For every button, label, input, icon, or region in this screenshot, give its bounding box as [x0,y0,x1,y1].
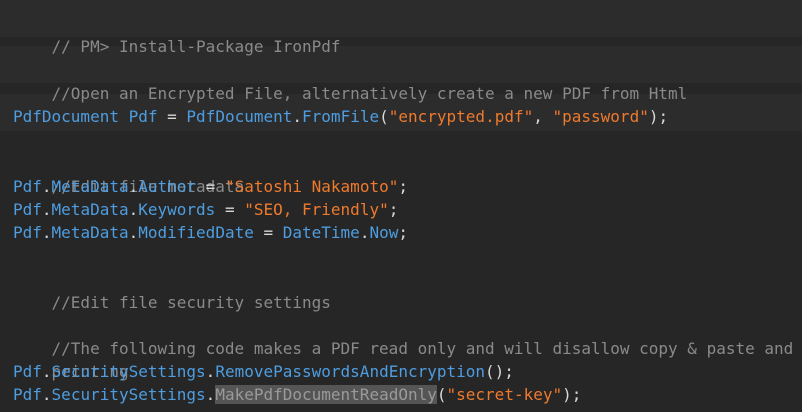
paren-token: (); [485,362,514,381]
operator-token: = [215,200,245,219]
identifier-token: Pdf [13,200,42,219]
code-line-5[interactable]: Pdf.MetaData.Author = "Satoshi Nakamoto"… [13,175,408,198]
code-line-6[interactable]: Pdf.MetaData.Keywords = "SEO, Friendly"; [13,198,398,221]
string-token: "encrypted.pdf" [388,107,534,126]
member-token: MetaData [51,177,129,196]
code-line-10[interactable]: printing [13,337,129,381]
paren-token: ); [562,385,582,404]
code-line-3[interactable]: PdfDocument Pdf = PdfDocument.FromFile("… [13,105,668,128]
type-token: PdfDocument [13,107,119,126]
dot-token: . [41,385,52,404]
dot-token: . [128,200,139,219]
identifier-token: Pdf [128,107,158,126]
type-token: PdfDocument [186,107,293,126]
identifier-token: Pdf [13,177,42,196]
type-token: DateTime [282,223,360,242]
member-token: Keywords [138,200,216,219]
dot-token: . [205,362,216,381]
code-editor[interactable]: // PM> Install-Package IronPdf //Open an… [0,0,802,412]
semicolon-token: ; [388,200,399,219]
dot-token: . [205,385,216,404]
operator-token: = [253,223,283,242]
code-line-12[interactable]: Pdf.SecuritySettings.MakePdfDocumentRead… [13,383,581,406]
code-line-9[interactable]: //The following code makes a PDF read on… [13,314,794,358]
dot-token: . [41,200,52,219]
member-token: Now [369,223,399,242]
semicolon-token: ; [398,223,408,242]
selected-method-token[interactable]: MakePdfDocumentReadOnly [215,385,437,404]
member-token: ModifiedDate [138,223,254,242]
paren-token: ); [648,107,669,126]
operator-token: = [196,177,225,196]
code-line-1[interactable]: // PM> Install-Package IronPdf [13,12,341,56]
semicolon-token: ; [398,177,408,196]
comment-token: //Edit file security settings [51,293,331,312]
member-token: Author [138,177,197,196]
identifier-token: Pdf [13,385,42,404]
member-token: MetaData [51,223,129,242]
method-token: FromFile [302,107,380,126]
dot-token: . [128,177,139,196]
code-line-2[interactable]: //Open an Encrypted File, alternatively … [13,59,688,103]
dot-token: . [41,362,52,381]
identifier-token: Pdf [13,223,42,242]
dot-token: . [41,223,52,242]
code-line-7[interactable]: Pdf.MetaData.ModifiedDate = DateTime.Now… [13,221,408,244]
paren-token: ( [379,107,389,126]
dot-token: . [41,177,52,196]
comment-token: //Open an Encrypted File, alternatively … [51,84,688,103]
comma-token: , [533,107,553,126]
paren-token: ( [436,385,447,404]
code-line-11[interactable]: Pdf.SecuritySettings.RemovePasswordsAndE… [13,360,514,383]
code-line-8[interactable]: //Edit file security settings [13,268,331,312]
string-token: "SEO, Friendly" [244,200,389,219]
member-token: SecuritySettings [51,385,206,404]
code-line-4[interactable]: //Edit file metadata [13,152,245,196]
comment-token: // PM> Install-Package IronPdf [51,37,341,56]
identifier-token: Pdf [13,362,42,381]
string-token: "secret-key" [446,385,563,404]
comment-token: //The following code makes a PDF read on… [51,339,794,358]
string-token: "password" [552,107,649,126]
dot-token: . [292,107,303,126]
member-token: SecuritySettings [51,362,206,381]
dot-token: . [359,223,370,242]
string-token: "Satoshi Nakamoto" [224,177,399,196]
method-token: RemovePasswordsAndEncryption [215,362,486,381]
member-token: MetaData [51,200,129,219]
dot-token: . [128,223,139,242]
operator-token: = [157,107,187,126]
